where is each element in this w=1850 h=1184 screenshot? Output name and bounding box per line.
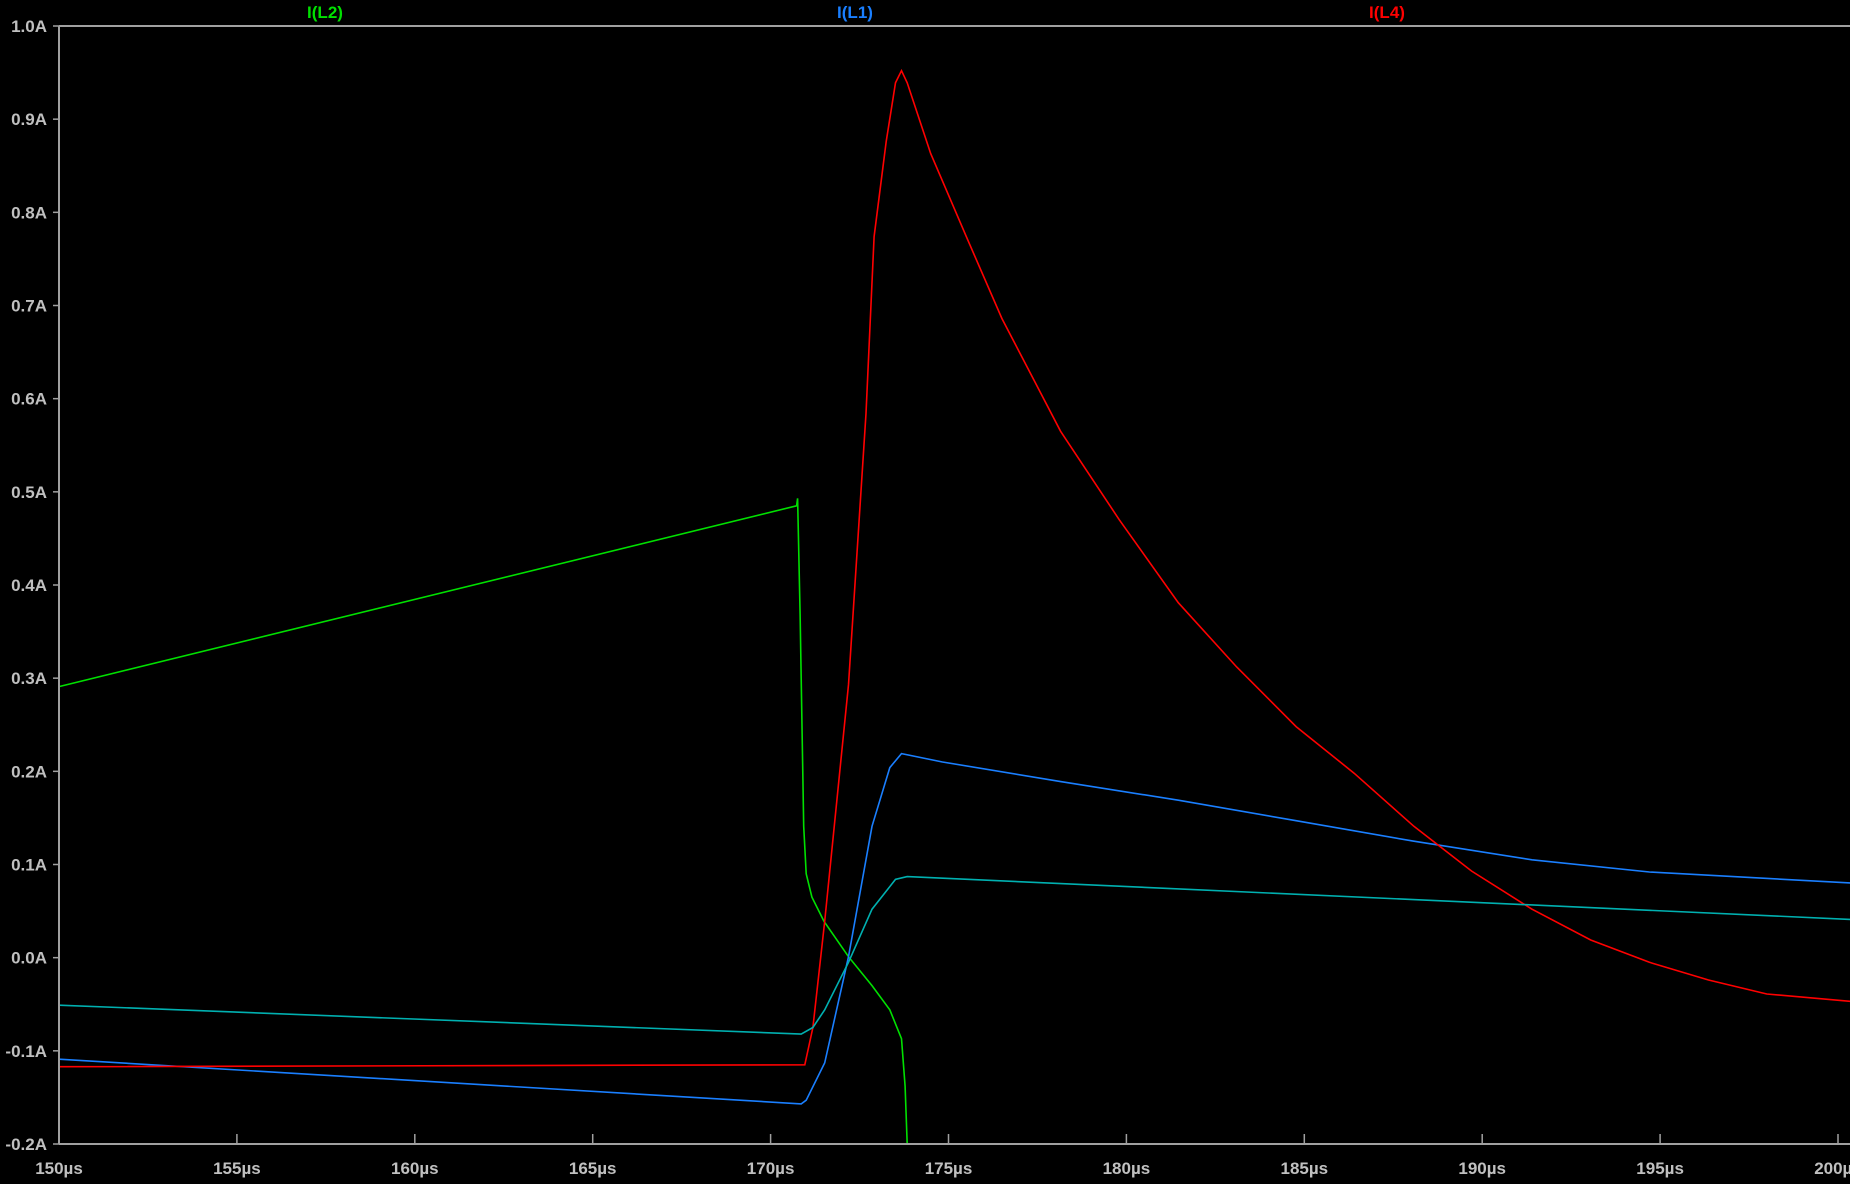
trace-il2 [58,498,908,1145]
legend-label-il1: I(L1) [837,3,873,22]
y-tick-label: 0.8A [11,203,47,222]
x-tick-label: 185µs [1280,1159,1328,1178]
x-tick-label: 200µs [1814,1159,1850,1178]
waveform-plot[interactable]: I(L2) I(L1) I(L4) 1.0A 0.9A 0.8A 0.7A 0.6A 0.5A… [0,0,1850,1184]
x-tick-label: 190µs [1458,1159,1506,1178]
trace-il1 [58,752,1850,1105]
y-tick-label: 0.4A [11,576,47,595]
y-tick-label: 0.3A [11,669,47,688]
x-tick-label: 150µs [35,1159,83,1178]
y-tick-label: 0.0A [11,949,47,968]
legend-label-il2: I(L2) [307,3,343,22]
axes: 1.0A 0.9A 0.8A 0.7A 0.6A 0.5A 0.4A 0.3A 0.2A 0.1A… [5,17,1850,1178]
trace-unlabeled [58,875,1850,1035]
x-tick-label: 170µs [747,1159,795,1178]
y-tick-label: 0.6A [11,390,47,409]
x-tick-label: 175µs [925,1159,973,1178]
x-tick-label: 155µs [213,1159,261,1178]
trace-legend: I(L2) I(L1) I(L4) [307,3,1405,22]
x-tick-label: 180µs [1103,1159,1151,1178]
y-tick-label: 0.7A [11,297,47,316]
x-tick-label: 165µs [569,1159,617,1178]
trace-il4 [58,68,1850,1068]
x-tick-label: 160µs [391,1159,439,1178]
y-tick-label: -0.1A [5,1042,47,1061]
y-tick-label: 0.5A [11,483,47,502]
y-tick-label: 1.0A [11,17,47,36]
y-tick-label: 0.9A [11,110,47,129]
legend-label-il4: I(L4) [1369,3,1405,22]
y-tick-label: 0.2A [11,762,47,781]
x-tick-label: 195µs [1636,1159,1684,1178]
traces [58,68,1850,1145]
y-tick-label: -0.2A [5,1135,47,1154]
y-tick-label: 0.1A [11,856,47,875]
